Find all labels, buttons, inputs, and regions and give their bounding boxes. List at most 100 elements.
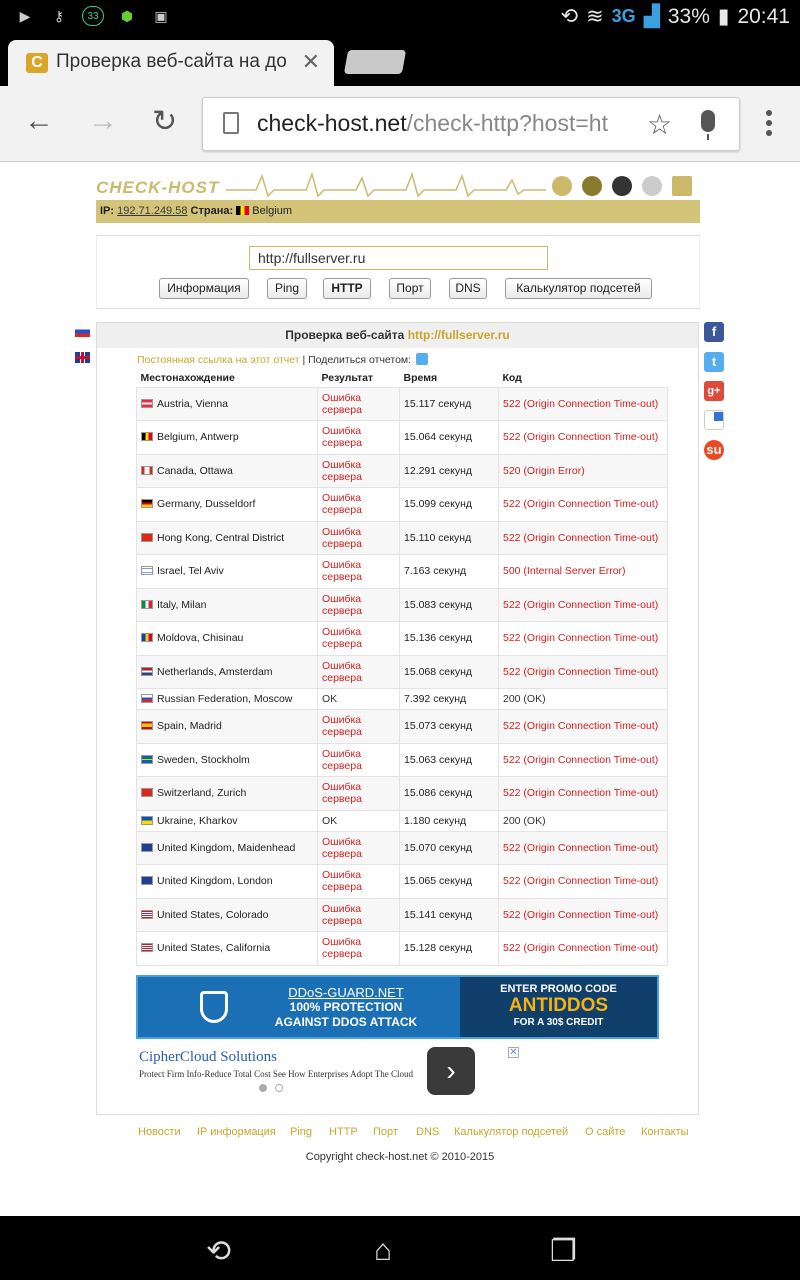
table-row: United States, Colorado Ошибка сервера 15.…: [136, 897, 668, 932]
ddos-guard-ad[interactable]: DDoS-GUARD.NET 100% PROTECTION AGAINST D…: [136, 975, 659, 1039]
reload-icon[interactable]: ↻: [152, 104, 177, 139]
battery-icon: ▮: [717, 5, 730, 28]
back-arrow-icon[interactable]: ←: [24, 104, 54, 138]
time-cell: 15.070 секунд: [399, 830, 499, 865]
address-bar[interactable]: check-host.net/check-http?host=ht ☆: [202, 97, 740, 151]
ciphercloud-ad-desc: Protect Firm Info-Reduce Total Cost See …: [139, 1069, 413, 1079]
time-cell: 15.065 секунд: [399, 864, 499, 899]
share-line: Постоянная ссылка на этот отчет | Подели…: [137, 353, 428, 366]
dns-button[interactable]: DNS: [449, 278, 487, 299]
country-flag-icon: [141, 788, 153, 798]
location-text: Canada, Ottawa: [157, 464, 233, 477]
stumbleupon-icon[interactable]: su: [704, 440, 724, 460]
ip-value[interactable]: 192.71.249.58: [117, 205, 187, 217]
home-nav-icon[interactable]: ⌂: [374, 1234, 392, 1268]
result-cell: Ошибка сервера: [317, 587, 400, 622]
location-text: United States, Colorado: [157, 908, 269, 921]
location-text: United States, California: [157, 942, 271, 955]
google-plus-icon[interactable]: g+: [704, 381, 724, 401]
ad-next-arrow-icon[interactable]: ›: [427, 1047, 475, 1095]
forward-arrow-icon[interactable]: →: [88, 104, 118, 138]
delicious-icon[interactable]: [704, 410, 724, 430]
country-flag-icon: [141, 909, 153, 919]
recents-nav-icon[interactable]: ❐: [550, 1234, 577, 1269]
footer-link-subnet[interactable]: Калькулятор подсетей: [454, 1126, 568, 1138]
table-row: Switzerland, Zurich Ошибка сервера 15.086 …: [136, 776, 668, 811]
time-cell: 12.291 секунд: [399, 453, 499, 488]
result-cell: Ошибка сервера: [317, 520, 400, 555]
country-flag-icon: [141, 398, 153, 408]
ciphercloud-ad-title[interactable]: CipherCloud Solutions: [139, 1049, 277, 1066]
table-row: Italy, Milan Ошибка сервера 15.083 секунд 5…: [136, 587, 668, 622]
check-form: Информация Ping HTTP Порт DNS Калькулято…: [96, 235, 700, 309]
rotation-icon: ⟲: [560, 5, 579, 28]
country-value: Belgium: [252, 205, 293, 217]
port-button[interactable]: Порт: [389, 278, 431, 299]
footer-link-port[interactable]: Порт: [373, 1126, 398, 1138]
ad-brand: DDoS-GUARD.NET: [288, 985, 404, 1000]
ping-button[interactable]: Ping: [267, 278, 307, 299]
time-cell: 1.180 секунд: [399, 809, 499, 832]
table-row: Russian Federation, Moscow OK 7.392 секунд…: [136, 688, 668, 710]
footer-link-news[interactable]: Новости: [138, 1126, 181, 1138]
back-nav-icon[interactable]: ⟲: [206, 1234, 231, 1269]
result-cell: OK: [317, 688, 400, 710]
battery-percent: 33%: [667, 4, 710, 28]
url-text[interactable]: check-host.net/check-http?host=ht: [257, 110, 633, 137]
footer-link-contacts[interactable]: Контакты: [641, 1126, 689, 1138]
site-logo[interactable]: CHECK-HOST: [96, 178, 219, 198]
tab-active[interactable]: C Проверка веб-сайта на до ✕: [8, 40, 334, 86]
page-icon: [223, 112, 239, 134]
linux-penguin-icon: [612, 176, 632, 196]
ad-promo: ENTER PROMO CODE ANTIDDOS FOR A 30$ CRED…: [460, 977, 657, 1037]
country-flag-icon: [141, 943, 153, 953]
country-flag-icon: [141, 532, 153, 542]
report-host-link[interactable]: http://fullserver.ru: [408, 328, 510, 342]
subnet-calculator-button[interactable]: Калькулятор подсетей: [505, 278, 652, 299]
microphone-icon[interactable]: [701, 110, 715, 140]
location-cell: Austria, Vienna: [136, 386, 318, 421]
code-cell: 520 (Origin Error): [498, 453, 668, 488]
location-cell: Hong Kong, Central District: [136, 520, 318, 555]
carousel-dot[interactable]: [275, 1084, 283, 1092]
footer-link-about[interactable]: О сайте: [585, 1126, 625, 1138]
code-cell: 522 (Origin Connection Time-out): [498, 897, 668, 932]
overflow-menu-icon[interactable]: [766, 110, 772, 140]
ad-close-icon[interactable]: ✕: [508, 1047, 519, 1058]
info-button[interactable]: Информация: [159, 278, 249, 299]
russian-flag-icon[interactable]: [75, 326, 90, 337]
footer-link-dns[interactable]: DNS: [416, 1126, 439, 1138]
result-cell: Ошибка сервера: [317, 897, 400, 932]
new-tab-button[interactable]: [343, 50, 407, 74]
time-cell: 15.064 секунд: [399, 420, 499, 455]
facebook-icon[interactable]: f: [704, 322, 724, 342]
result-cell: Ошибка сервера: [317, 554, 400, 589]
carousel-dot-active[interactable]: [259, 1084, 267, 1092]
location-cell: Spain, Madrid: [136, 709, 318, 744]
location-cell: Russian Federation, Moscow: [136, 688, 318, 710]
result-cell: Ошибка сервера: [317, 654, 400, 689]
location-text: Austria, Vienna: [157, 397, 229, 410]
table-header: Местонахождение Результат Время Код: [137, 369, 668, 387]
copyright: Copyright check-host.net © 2010-2015: [305, 1151, 495, 1163]
tab-strip: C Проверка веб-сайта на до ✕: [0, 34, 800, 86]
results-table: Местонахождение Результат Время Код Aust…: [136, 369, 668, 966]
host-input[interactable]: [249, 246, 548, 270]
footer-link-http[interactable]: HTTP: [329, 1126, 358, 1138]
twitter-icon[interactable]: t: [704, 352, 724, 372]
http-button[interactable]: HTTP: [323, 278, 371, 299]
country-flag-icon: [141, 876, 153, 886]
location-text: Moldova, Chisinau: [157, 632, 244, 645]
close-tab-icon[interactable]: ✕: [302, 49, 320, 75]
permalink-link[interactable]: Постоянная ссылка на этот отчет: [137, 354, 300, 366]
twitter-share-icon[interactable]: [416, 353, 428, 365]
table-row: United Kingdom, Maidenhead Ошибка сервера…: [136, 830, 668, 865]
english-flag-icon[interactable]: [75, 352, 90, 363]
play-store-icon: ▶: [19, 8, 31, 24]
footer-link-ping[interactable]: Ping: [290, 1126, 312, 1138]
location-cell: Sweden, Stockholm: [136, 742, 318, 777]
bookmark-star-icon[interactable]: ☆: [647, 108, 672, 141]
code-cell: 522 (Origin Connection Time-out): [498, 864, 668, 899]
footer-link-ip-info[interactable]: IP информация: [197, 1126, 276, 1138]
os-icons: [552, 176, 692, 196]
